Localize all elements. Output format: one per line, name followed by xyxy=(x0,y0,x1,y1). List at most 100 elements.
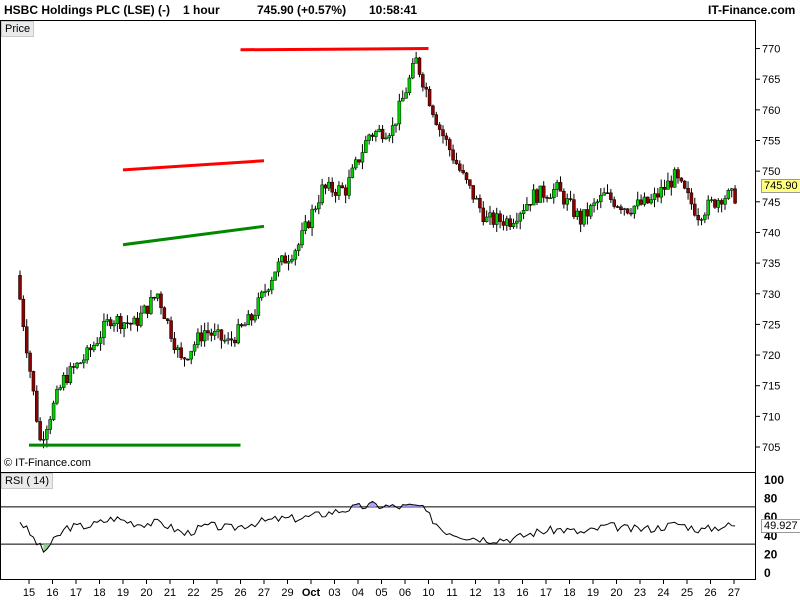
candle-body[interactable] xyxy=(95,343,99,346)
candle-body[interactable] xyxy=(236,324,240,344)
candle-body[interactable] xyxy=(659,187,663,198)
candle-body[interactable] xyxy=(595,201,600,204)
candle-body[interactable] xyxy=(468,179,472,186)
candle-body[interactable] xyxy=(340,185,345,189)
candle-body[interactable] xyxy=(270,279,274,291)
price-plot[interactable] xyxy=(18,47,737,449)
candle-body[interactable] xyxy=(706,199,710,216)
candle-body[interactable] xyxy=(273,271,277,281)
candle-body[interactable] xyxy=(592,202,596,206)
chart-canvas[interactable]: 770 765 760 755 750 745 740 735 730 725 720 715 710 7… xyxy=(0,0,800,600)
candle-body[interactable] xyxy=(105,319,110,322)
candle-body[interactable] xyxy=(186,358,190,361)
candle-body[interactable] xyxy=(528,204,533,206)
candle-body[interactable] xyxy=(515,220,519,224)
candle-body[interactable] xyxy=(572,199,576,217)
candle-body[interactable] xyxy=(199,332,204,342)
candle-body[interactable] xyxy=(578,210,583,225)
candle-body[interactable] xyxy=(364,140,368,153)
candle-body[interactable] xyxy=(380,128,385,140)
candle-body[interactable] xyxy=(176,347,180,350)
candle-body[interactable] xyxy=(548,197,553,200)
candle-body[interactable] xyxy=(155,293,160,299)
candle-body[interactable] xyxy=(447,139,452,151)
candle-body[interactable] xyxy=(541,185,546,198)
candle-body[interactable] xyxy=(38,421,42,441)
candle-body[interactable] xyxy=(568,198,573,200)
candle-body[interactable] xyxy=(45,429,49,440)
candle-body[interactable] xyxy=(65,374,69,384)
candle-body[interactable] xyxy=(686,188,690,194)
candle-body[interactable] xyxy=(400,97,405,102)
candle-body[interactable] xyxy=(125,322,130,324)
candle-body[interactable] xyxy=(290,258,294,262)
candle-body[interactable] xyxy=(330,181,334,193)
rsi-plot[interactable] xyxy=(0,500,755,553)
candle-body[interactable] xyxy=(424,86,428,90)
candle-body[interactable] xyxy=(48,419,52,430)
candle-body[interactable] xyxy=(280,255,284,263)
candle-body[interactable] xyxy=(696,215,700,221)
candle-body[interactable] xyxy=(427,88,432,107)
candle-body[interactable] xyxy=(588,205,593,217)
candle-body[interactable] xyxy=(35,390,39,422)
candle-body[interactable] xyxy=(192,344,197,352)
resistance-trendline[interactable] xyxy=(240,47,429,52)
candle-body[interactable] xyxy=(169,320,173,339)
candle-body[interactable] xyxy=(726,190,731,199)
candle-body[interactable] xyxy=(689,192,694,205)
candle-body[interactable] xyxy=(189,350,193,360)
candle-body[interactable] xyxy=(478,197,482,209)
candle-body[interactable] xyxy=(350,167,355,178)
candle-body[interactable] xyxy=(669,180,674,188)
candle-body[interactable] xyxy=(374,131,378,137)
candle-body[interactable] xyxy=(370,134,375,137)
candle-body[interactable] xyxy=(622,208,627,210)
candle-body[interactable] xyxy=(88,347,93,351)
candle-body[interactable] xyxy=(377,128,381,132)
candle-body[interactable] xyxy=(458,163,462,171)
candle-body[interactable] xyxy=(454,159,459,165)
candle-body[interactable] xyxy=(461,170,465,174)
candle-body[interactable] xyxy=(562,191,566,205)
candle-body[interactable] xyxy=(118,315,123,330)
candle-body[interactable] xyxy=(172,338,177,350)
candle-body[interactable] xyxy=(219,329,224,341)
candle-body[interactable] xyxy=(538,185,543,203)
candle-body[interactable] xyxy=(18,275,22,300)
candle-body[interactable] xyxy=(505,218,509,226)
support-trendline[interactable] xyxy=(122,224,265,247)
candle-body[interactable] xyxy=(212,330,217,336)
candle-body[interactable] xyxy=(565,198,569,205)
candle-body[interactable] xyxy=(605,192,610,194)
candle-body[interactable] xyxy=(24,326,29,354)
candle-body[interactable] xyxy=(558,182,563,192)
candle-body[interactable] xyxy=(61,374,66,388)
candle-body[interactable] xyxy=(615,206,620,208)
candle-body[interactable] xyxy=(494,213,499,225)
candle-body[interactable] xyxy=(498,213,502,222)
candle-body[interactable] xyxy=(501,221,506,226)
candle-body[interactable] xyxy=(646,196,650,204)
candle-body[interactable] xyxy=(243,324,247,327)
candle-body[interactable] xyxy=(58,387,63,390)
candle-body[interactable] xyxy=(206,330,210,334)
candle-body[interactable] xyxy=(75,362,79,368)
candle-body[interactable] xyxy=(481,207,486,223)
candle-body[interactable] xyxy=(286,260,291,264)
candle-body[interactable] xyxy=(182,357,187,360)
candle-body[interactable] xyxy=(313,208,318,211)
candle-body[interactable] xyxy=(102,321,106,338)
candle-body[interactable] xyxy=(249,314,254,321)
candle-body[interactable] xyxy=(135,317,140,326)
candle-body[interactable] xyxy=(112,323,116,327)
candle-body[interactable] xyxy=(407,77,412,93)
candle-body[interactable] xyxy=(293,250,298,260)
candle-body[interactable] xyxy=(142,305,146,314)
candle-body[interactable] xyxy=(82,359,86,364)
candle-body[interactable] xyxy=(421,74,425,88)
candle-body[interactable] xyxy=(55,389,59,404)
candle-body[interactable] xyxy=(666,180,670,190)
candle-body[interactable] xyxy=(152,296,157,299)
candle-body[interactable] xyxy=(612,199,616,207)
